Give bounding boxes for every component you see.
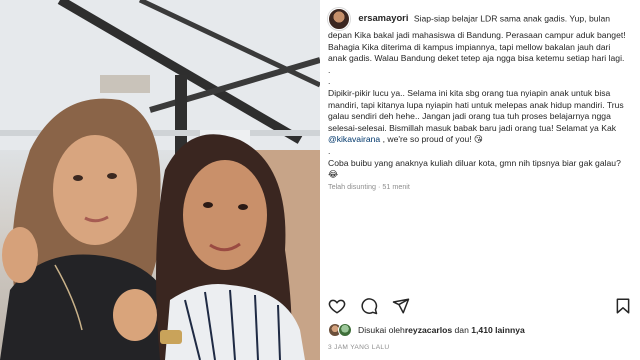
username-link[interactable]: ersamayori [358, 12, 408, 23]
caption-paragraph-2-end: , we're so proud of you! 😘 [380, 134, 483, 145]
share-icon[interactable] [392, 297, 410, 315]
user-avatar[interactable] [328, 8, 350, 30]
likes-middle: dan [452, 325, 472, 335]
post-photo[interactable] [0, 0, 320, 360]
edited-label: Telah disunting · 51 menit [328, 181, 410, 191]
caption-dot: . [328, 64, 331, 75]
liker-avatars [328, 323, 352, 337]
caption-dot: . [328, 76, 331, 87]
mention-link[interactable]: @kikavairana [328, 134, 380, 144]
bookmark-icon[interactable] [614, 297, 632, 315]
likes-row[interactable]: Disukai oleh reyzacarlos dan 1,410 lainn… [328, 322, 525, 338]
likes-prefix: Disukai oleh [358, 325, 405, 335]
caption-paragraph-3: Coba buibu yang anaknya kuliah diluar ko… [328, 157, 621, 180]
caption-dot: . [328, 145, 331, 156]
liker-avatar [338, 323, 352, 337]
post-timestamp: 3 JAM YANG LALU [328, 344, 390, 351]
liker-username[interactable]: reyzacarlos [405, 325, 452, 335]
caption-paragraph-2: Dipikir-pikir lucu ya.. Selama ini kita … [328, 87, 624, 133]
photo-illustration [0, 0, 320, 360]
post-caption: ersamayori Siap-siap belajar LDR sama an… [328, 8, 626, 192]
post-panel: ersamayori Siap-siap belajar LDR sama an… [320, 0, 640, 360]
likes-count[interactable]: 1,410 lainnya [471, 325, 525, 335]
heart-icon[interactable] [328, 297, 346, 315]
action-bar [328, 295, 632, 317]
comment-icon[interactable] [360, 297, 378, 315]
